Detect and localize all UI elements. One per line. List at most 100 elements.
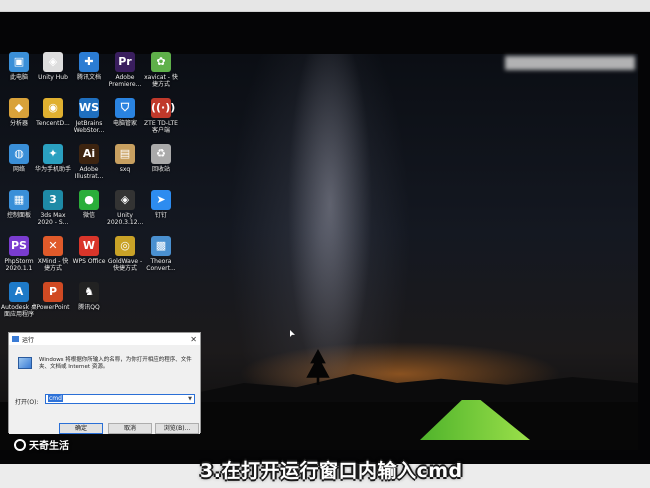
desktop-icon[interactable]: ● 微信 (71, 190, 107, 219)
desktop-icon[interactable]: ◉ TencentD... (35, 98, 71, 127)
app-icon: Ai (79, 144, 99, 164)
app-icon: ✚ (79, 52, 99, 72)
app-icon: WS (79, 98, 99, 118)
desktop-icon[interactable]: ◆ 分析器 (1, 98, 37, 127)
subtitle-caption: 3.在打开运行窗口内输入cmd (200, 460, 463, 482)
app-icon: ◉ (43, 98, 63, 118)
desktop-icon-label: 钉钉 (154, 212, 167, 219)
desktop-icon[interactable]: ◈ Unity 2020.3.12... (107, 190, 143, 226)
app-icon: P (43, 282, 63, 302)
mountain-silhouette (200, 374, 638, 410)
app-icon: ▦ (9, 190, 29, 210)
desktop-icon[interactable]: Ai Adobe Illustrat... (71, 144, 107, 180)
open-input[interactable]: cmd ▼ (45, 394, 195, 404)
desktop-icon-label: 腾讯QQ (78, 304, 100, 311)
app-icon: ◆ (9, 98, 29, 118)
desktop-icon[interactable]: 3 3ds Max 2020 - S... (35, 190, 71, 226)
desktop-icon[interactable]: ▩ Theora Convert... (143, 236, 179, 272)
desktop-icon[interactable]: ▤ sxq (107, 144, 143, 173)
desktop-icon-label: xavicat - 快 捷方式 (144, 74, 178, 88)
app-icon: ✕ (43, 236, 63, 256)
open-input-value: cmd (48, 395, 63, 402)
app-icon: ⛉ (115, 98, 135, 118)
chevron-down-icon[interactable]: ▼ (188, 395, 192, 403)
desktop-icon-label: XMind - 快 捷方式 (37, 258, 69, 272)
desktop-icon[interactable]: ((·)) ZTE TD-LTE 客户端 (143, 98, 179, 134)
desktop-icon[interactable]: ➤ 钉钉 (143, 190, 179, 219)
app-icon: A (9, 282, 29, 302)
video-frame: ▣ 此电脑 ◈ Unity Hub ✚ 腾讯文档 Pr Adobe Premiere... ✿ x… (0, 0, 650, 488)
desktop-icon[interactable]: WS JetBrains WebStor... (71, 98, 107, 134)
watermark-text: 天奇生活 (29, 441, 69, 452)
desktop-icon-label: Autodesk 桌 面应用程序 (1, 304, 37, 318)
app-icon: ➤ (151, 190, 171, 210)
app-icon: PS (9, 236, 29, 256)
app-icon: ◎ (115, 236, 135, 256)
desktop-icon[interactable]: ✿ xavicat - 快 捷方式 (143, 52, 179, 88)
run-icon (12, 336, 19, 342)
desktop-icon-label: Adobe Premiere... (108, 74, 142, 88)
desktop-icon[interactable]: Pr Adobe Premiere... (107, 52, 143, 88)
app-icon: ◈ (115, 190, 135, 210)
desktop-icon[interactable]: A Autodesk 桌 面应用程序 (1, 282, 37, 318)
desktop-icon-label: WPS Office (72, 258, 106, 265)
app-icon: ✿ (151, 52, 171, 72)
desktop-icon[interactable]: ◈ Unity Hub (35, 52, 71, 81)
button-row: 确定 取消 浏览(B)... (9, 419, 200, 434)
desktop-icon[interactable]: P PowerPoint (35, 282, 71, 311)
browse-button[interactable]: 浏览(B)... (155, 423, 199, 434)
desktop-icon-label: 网络 (12, 166, 25, 173)
desktop-icon-label: sxq (119, 166, 131, 173)
desktop-icon-label: GoldWave - 快捷方式 (107, 258, 143, 272)
desktop-icon-label: 此电脑 (9, 74, 28, 81)
desktop-icon[interactable]: ✦ 华为手机助手 (35, 144, 71, 173)
desktop-icon-label: Unity 2020.3.12... (107, 212, 144, 226)
desktop-icon[interactable]: ⛉ 电脑管家 (107, 98, 143, 127)
desktop-icon[interactable]: ▦ 控制面板 (1, 190, 37, 219)
run-program-icon (18, 357, 32, 369)
desktop-icon[interactable]: ◍ 网络 (1, 144, 37, 173)
cancel-button[interactable]: 取消 (108, 423, 152, 434)
app-icon: ● (79, 190, 99, 210)
desktop-icon-label: 腾讯文档 (76, 74, 101, 81)
desktop-icon-label: TencentD... (36, 120, 70, 127)
desktop-icon[interactable]: ✚ 腾讯文档 (71, 52, 107, 81)
app-icon: ◈ (43, 52, 63, 72)
desktop-icon[interactable]: ▣ 此电脑 (1, 52, 37, 81)
desktop-icon-label: PhpStorm 2020.1.1 (4, 258, 34, 272)
desktop-icon-label: Theora Convert... (146, 258, 176, 272)
app-icon: ((·)) (151, 98, 175, 118)
top-strip (0, 0, 650, 12)
close-icon[interactable]: ✕ (190, 335, 197, 344)
desktop-icon-label: 控制面板 (6, 212, 31, 219)
open-label: 打开(O): (15, 399, 39, 406)
desktop-icon-label: 回收站 (151, 166, 170, 173)
app-icon: ♞ (79, 282, 99, 302)
desktop-icon-label: ZTE TD-LTE 客户端 (144, 120, 178, 134)
run-dialog-description: Windows 将根据你所输入的名称，为你打开相应的程序、文件夹、文档或 Int… (39, 357, 192, 370)
desktop-icon-label: JetBrains WebStor... (73, 120, 105, 134)
desktop-icon-label: PowerPoint (36, 304, 70, 311)
desktop-icon[interactable]: ♻ 回收站 (143, 144, 179, 173)
app-icon: W (79, 236, 99, 256)
desktop-icon-label: Adobe Illustrat... (74, 166, 104, 180)
run-dialog: 运行 ✕ Windows 将根据你所输入的名称，为你打开相应的程序、文件夹、文档… (8, 332, 201, 434)
desktop-icon[interactable]: ✕ XMind - 快 捷方式 (35, 236, 71, 272)
app-icon: ▩ (151, 236, 171, 256)
run-dialog-titlebar: 运行 ✕ (9, 333, 200, 345)
desktop-icon[interactable]: ◎ GoldWave - 快捷方式 (107, 236, 143, 272)
app-icon: ♻ (151, 144, 171, 164)
desktop-icon-label: 华为手机助手 (35, 166, 72, 173)
desktop-icon-label: 微信 (82, 212, 95, 219)
desktop-icon[interactable]: W WPS Office (71, 236, 107, 265)
ok-button[interactable]: 确定 (59, 423, 103, 434)
desktop-icon[interactable]: PS PhpStorm 2020.1.1 (1, 236, 37, 272)
run-dialog-title: 运行 (22, 336, 35, 344)
app-icon: ◍ (9, 144, 29, 164)
watermark: 天奇生活 (14, 437, 69, 452)
desktop-icon-label: 3ds Max 2020 - S... (37, 212, 69, 226)
app-icon: Pr (115, 52, 135, 72)
desktop-icon[interactable]: ♞ 腾讯QQ (71, 282, 107, 311)
app-icon: ✦ (43, 144, 63, 164)
tree-silhouette (306, 349, 330, 385)
